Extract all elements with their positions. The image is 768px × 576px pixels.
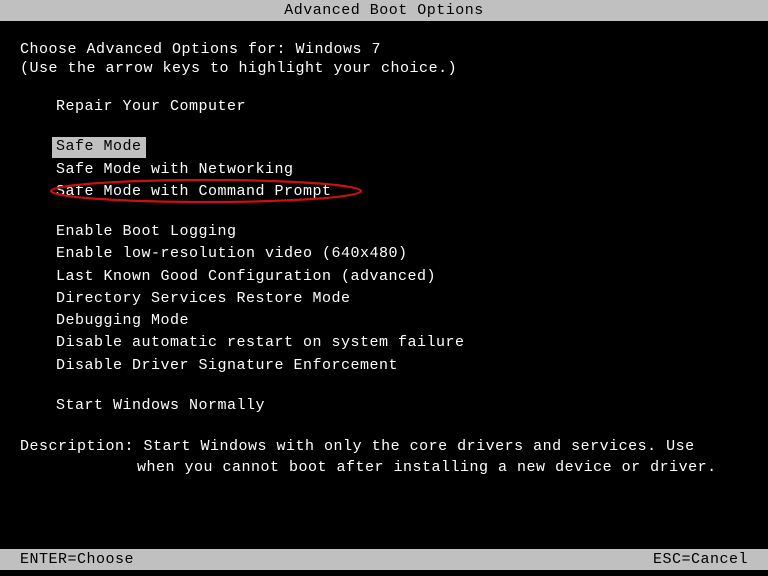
title-bar: Advanced Boot Options bbox=[0, 0, 768, 21]
menu-safe-mode-cmd[interactable]: Safe Mode with Command Prompt bbox=[56, 182, 332, 202]
menu-last-known[interactable]: Last Known Good Configuration (advanced) bbox=[56, 267, 436, 287]
footer-bar: ENTER=Choose ESC=Cancel bbox=[0, 549, 768, 570]
header-line: Choose Advanced Options for: Windows 7 bbox=[20, 41, 748, 58]
footer-enter: ENTER=Choose bbox=[20, 551, 134, 568]
footer-esc: ESC=Cancel bbox=[653, 551, 748, 568]
menu-debugging[interactable]: Debugging Mode bbox=[56, 311, 189, 331]
menu-safe-mode[interactable]: Safe Mode bbox=[52, 137, 146, 157]
title-text: Advanced Boot Options bbox=[284, 2, 484, 19]
menu-disable-sig[interactable]: Disable Driver Signature Enforcement bbox=[56, 356, 398, 376]
menu-low-res[interactable]: Enable low-resolution video (640x480) bbox=[56, 244, 408, 264]
instruction-line: (Use the arrow keys to highlight your ch… bbox=[20, 60, 748, 77]
description-line1: Start Windows with only the core drivers… bbox=[144, 438, 695, 455]
menu-block-repair: Repair Your Computer bbox=[20, 97, 748, 119]
description-line2: when you cannot boot after installing a … bbox=[137, 457, 748, 478]
menu-repair[interactable]: Repair Your Computer bbox=[56, 97, 246, 117]
description-label: Description: bbox=[20, 438, 144, 455]
menu-block-options: Enable Boot Logging Enable low-resolutio… bbox=[20, 222, 748, 378]
menu-ds-restore[interactable]: Directory Services Restore Mode bbox=[56, 289, 351, 309]
menu-safe-mode-networking[interactable]: Safe Mode with Networking bbox=[56, 160, 294, 180]
menu-boot-logging[interactable]: Enable Boot Logging bbox=[56, 222, 237, 242]
menu-disable-restart[interactable]: Disable automatic restart on system fail… bbox=[56, 333, 465, 353]
menu-block-safe: Safe Mode Safe Mode with Networking Safe… bbox=[20, 137, 748, 204]
menu-start-normal[interactable]: Start Windows Normally bbox=[56, 396, 265, 416]
description-block: Description: Start Windows with only the… bbox=[20, 436, 748, 478]
menu-block-normal: Start Windows Normally bbox=[20, 396, 748, 418]
content-area: Choose Advanced Options for: Windows 7 (… bbox=[0, 21, 768, 478]
